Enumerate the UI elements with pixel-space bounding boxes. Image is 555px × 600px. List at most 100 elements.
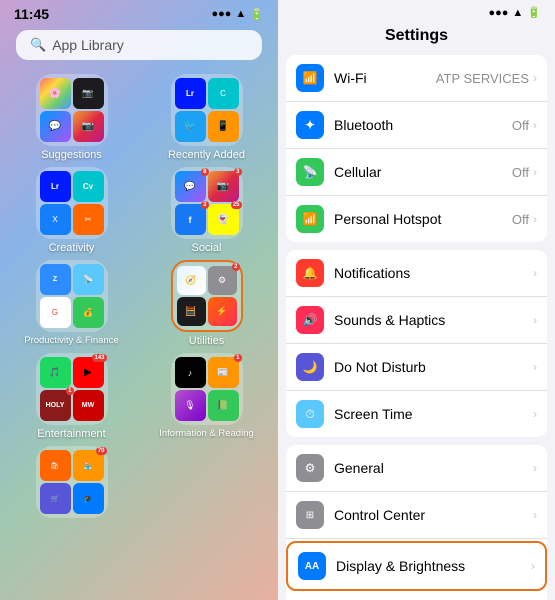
- settings-section-network: 📶 Wi-Fi ATP SERVICES › ✦ Bluetooth Off ›…: [286, 55, 547, 242]
- folder-label-creativity: Creativity: [49, 242, 95, 254]
- display-chevron: ›: [531, 559, 535, 573]
- app-safari: 🧭: [177, 266, 206, 295]
- settings-item-cellular[interactable]: 📡 Cellular Off ›: [286, 149, 547, 196]
- app-instagram: 📷: [73, 111, 104, 142]
- search-bar[interactable]: 🔍 App Library: [16, 30, 262, 60]
- cellular-label: Cellular: [334, 164, 512, 180]
- app-shop4: 🎓: [73, 483, 104, 514]
- signal-icon: ●●●: [211, 8, 231, 20]
- app-spotify: 🎵: [40, 357, 71, 388]
- sounds-settings-icon: 🔊: [296, 306, 324, 334]
- folder-productivity[interactable]: Z 📡 G 💰 Productivity & Finance: [8, 260, 135, 347]
- app-zoom: Z: [40, 264, 71, 295]
- app-gmail: G: [40, 297, 71, 328]
- app-lr-c: Lr: [40, 171, 71, 202]
- screentime-label: Screen Time: [334, 406, 533, 422]
- notifications-settings-icon: 🔔: [296, 259, 324, 287]
- bluetooth-chevron: ›: [533, 118, 537, 132]
- app-remote: 📡: [73, 264, 104, 295]
- app-misc-i1: 1 📰: [208, 357, 239, 388]
- time: 11:45: [14, 6, 49, 22]
- folder-label-productivity: Productivity & Finance: [24, 335, 119, 346]
- app-snapchat: 25 👻: [208, 204, 239, 235]
- settings-item-screentime[interactable]: ⏱ Screen Time ›: [286, 391, 547, 437]
- settings-title: Settings: [278, 23, 555, 55]
- control-label: Control Center: [334, 507, 533, 523]
- settings-item-home-screen[interactable]: ⊞ Home Screen ›: [286, 593, 547, 600]
- sounds-label: Sounds & Haptics: [334, 312, 533, 328]
- folder-creativity[interactable]: Lr Cv X ✂ Creativity: [8, 167, 135, 254]
- app-camera: 📷: [73, 78, 104, 109]
- settings-section-notifications: 🔔 Notifications › 🔊 Sounds & Haptics › 🌙…: [286, 250, 547, 437]
- settings-item-sounds[interactable]: 🔊 Sounds & Haptics ›: [286, 297, 547, 344]
- app-tiktok: ♪: [175, 357, 206, 388]
- settings-item-bluetooth[interactable]: ✦ Bluetooth Off ›: [286, 102, 547, 149]
- folder-social[interactable]: 8 💬 3 📷 3 f 25 👻 So: [143, 167, 270, 254]
- hotspot-chevron: ›: [533, 212, 537, 226]
- search-bar-text: App Library: [52, 37, 124, 53]
- wifi-icon: ▲: [235, 8, 246, 20]
- folder-grid-entertainment: 🎵 143 ▶ 1 HOLY MW: [36, 353, 108, 425]
- folder-grid-shopping: 🛍 70 🏪 🛒 🎓: [36, 446, 108, 518]
- settings-item-display-brightness[interactable]: AA Display & Brightness ›: [286, 541, 547, 591]
- settings-item-general[interactable]: ⚙ General ›: [286, 445, 547, 492]
- hotspot-settings-icon: 📶: [296, 205, 324, 233]
- settings-item-wifi[interactable]: 📶 Wi-Fi ATP SERVICES ›: [286, 55, 547, 102]
- app-canva: C: [208, 78, 239, 109]
- app-shop2: 70 🏪: [73, 450, 104, 481]
- settings-item-control-center[interactable]: ⊞ Control Center ›: [286, 492, 547, 539]
- notifications-chevron: ›: [533, 266, 537, 280]
- folder-row-4: 🎵 143 ▶ 1 HOLY MW Entertainment ♪: [8, 353, 270, 440]
- folder-recently-added[interactable]: Lr C 🐦 📱 Recently Added: [143, 74, 270, 161]
- right-battery-icon: 🔋: [527, 6, 541, 19]
- folder-row-3: Z 📡 G 💰 Productivity & Finance 🧭 2 ⚙ 🧮 ⚡: [8, 260, 270, 347]
- folder-grid-suggestions: 🌸 📷 💬 📷: [36, 74, 108, 146]
- badge-misc: 1: [234, 354, 241, 362]
- folder-grid-productivity: Z 📡 G 💰: [36, 260, 108, 332]
- app-shop1: 🛍: [40, 450, 71, 481]
- app-misc-r: 📱: [208, 111, 239, 142]
- right-signal-icon: ●●●: [488, 7, 508, 19]
- wifi-value: ATP SERVICES: [436, 71, 529, 86]
- app-settings: 2 ⚙: [208, 266, 237, 295]
- settings-item-notifications[interactable]: 🔔 Notifications ›: [286, 250, 547, 297]
- badge-snap: 25: [231, 201, 242, 209]
- app-bible: 1 HOLY: [40, 390, 71, 421]
- badge-settings: 2: [232, 263, 239, 271]
- app-photos: 🌸: [40, 78, 71, 109]
- folder-row-2: Lr Cv X ✂ Creativity 8 💬 3 📷: [8, 167, 270, 254]
- cellular-value: Off: [512, 165, 529, 180]
- settings-item-hotspot[interactable]: 📶 Personal Hotspot Off ›: [286, 196, 547, 242]
- notifications-label: Notifications: [334, 265, 533, 281]
- folder-suggestions[interactable]: 🌸 📷 💬 📷 Suggestions: [8, 74, 135, 161]
- app-youtube: 143 ▶: [73, 357, 104, 388]
- badge-shop: 70: [96, 447, 107, 455]
- folder-row-5: 🛍 70 🏪 🛒 🎓: [8, 446, 270, 518]
- app-podcast: 🎙: [175, 390, 206, 421]
- left-status-bar: 11:45 ●●● ▲ 🔋: [0, 0, 278, 26]
- general-settings-icon: ⚙: [296, 454, 324, 482]
- hotspot-value: Off: [512, 212, 529, 227]
- bluetooth-value: Off: [512, 118, 529, 133]
- folder-label-recently-added: Recently Added: [168, 149, 245, 161]
- folder-label-entertainment: Entertainment: [37, 428, 105, 440]
- folder-info-reading[interactable]: ♪ 1 📰 🎙 📗 Information & Reading: [143, 353, 270, 440]
- app-twitter-r: 🐦: [175, 111, 206, 142]
- folder-shopping[interactable]: 🛍 70 🏪 🛒 🎓: [8, 446, 135, 518]
- display-label: Display & Brightness: [336, 558, 531, 574]
- app-messenger-s: 8 💬: [175, 171, 206, 202]
- folder-entertainment[interactable]: 🎵 143 ▶ 1 HOLY MW Entertainment: [8, 353, 135, 440]
- hotspot-label: Personal Hotspot: [334, 211, 512, 227]
- folder-utilities[interactable]: 🧭 2 ⚙ 🧮 ⚡ Utilities: [143, 260, 270, 347]
- folder-row-1: 🌸 📷 💬 📷 Suggestions Lr C 🐦 📱 Recently Ad…: [8, 74, 270, 161]
- cellular-settings-icon: 📡: [296, 158, 324, 186]
- app-messenger: 💬: [40, 111, 71, 142]
- wifi-label: Wi-Fi: [334, 70, 436, 86]
- general-label: General: [334, 460, 533, 476]
- right-panel: ●●● ▲ 🔋 Settings 📶 Wi-Fi ATP SERVICES › …: [278, 0, 555, 600]
- app-shop3: 🛒: [40, 483, 71, 514]
- app-merriam-webster: MW: [73, 390, 104, 421]
- sounds-chevron: ›: [533, 313, 537, 327]
- app-canva-c: Cv: [73, 171, 104, 202]
- settings-item-dnd[interactable]: 🌙 Do Not Disturb ›: [286, 344, 547, 391]
